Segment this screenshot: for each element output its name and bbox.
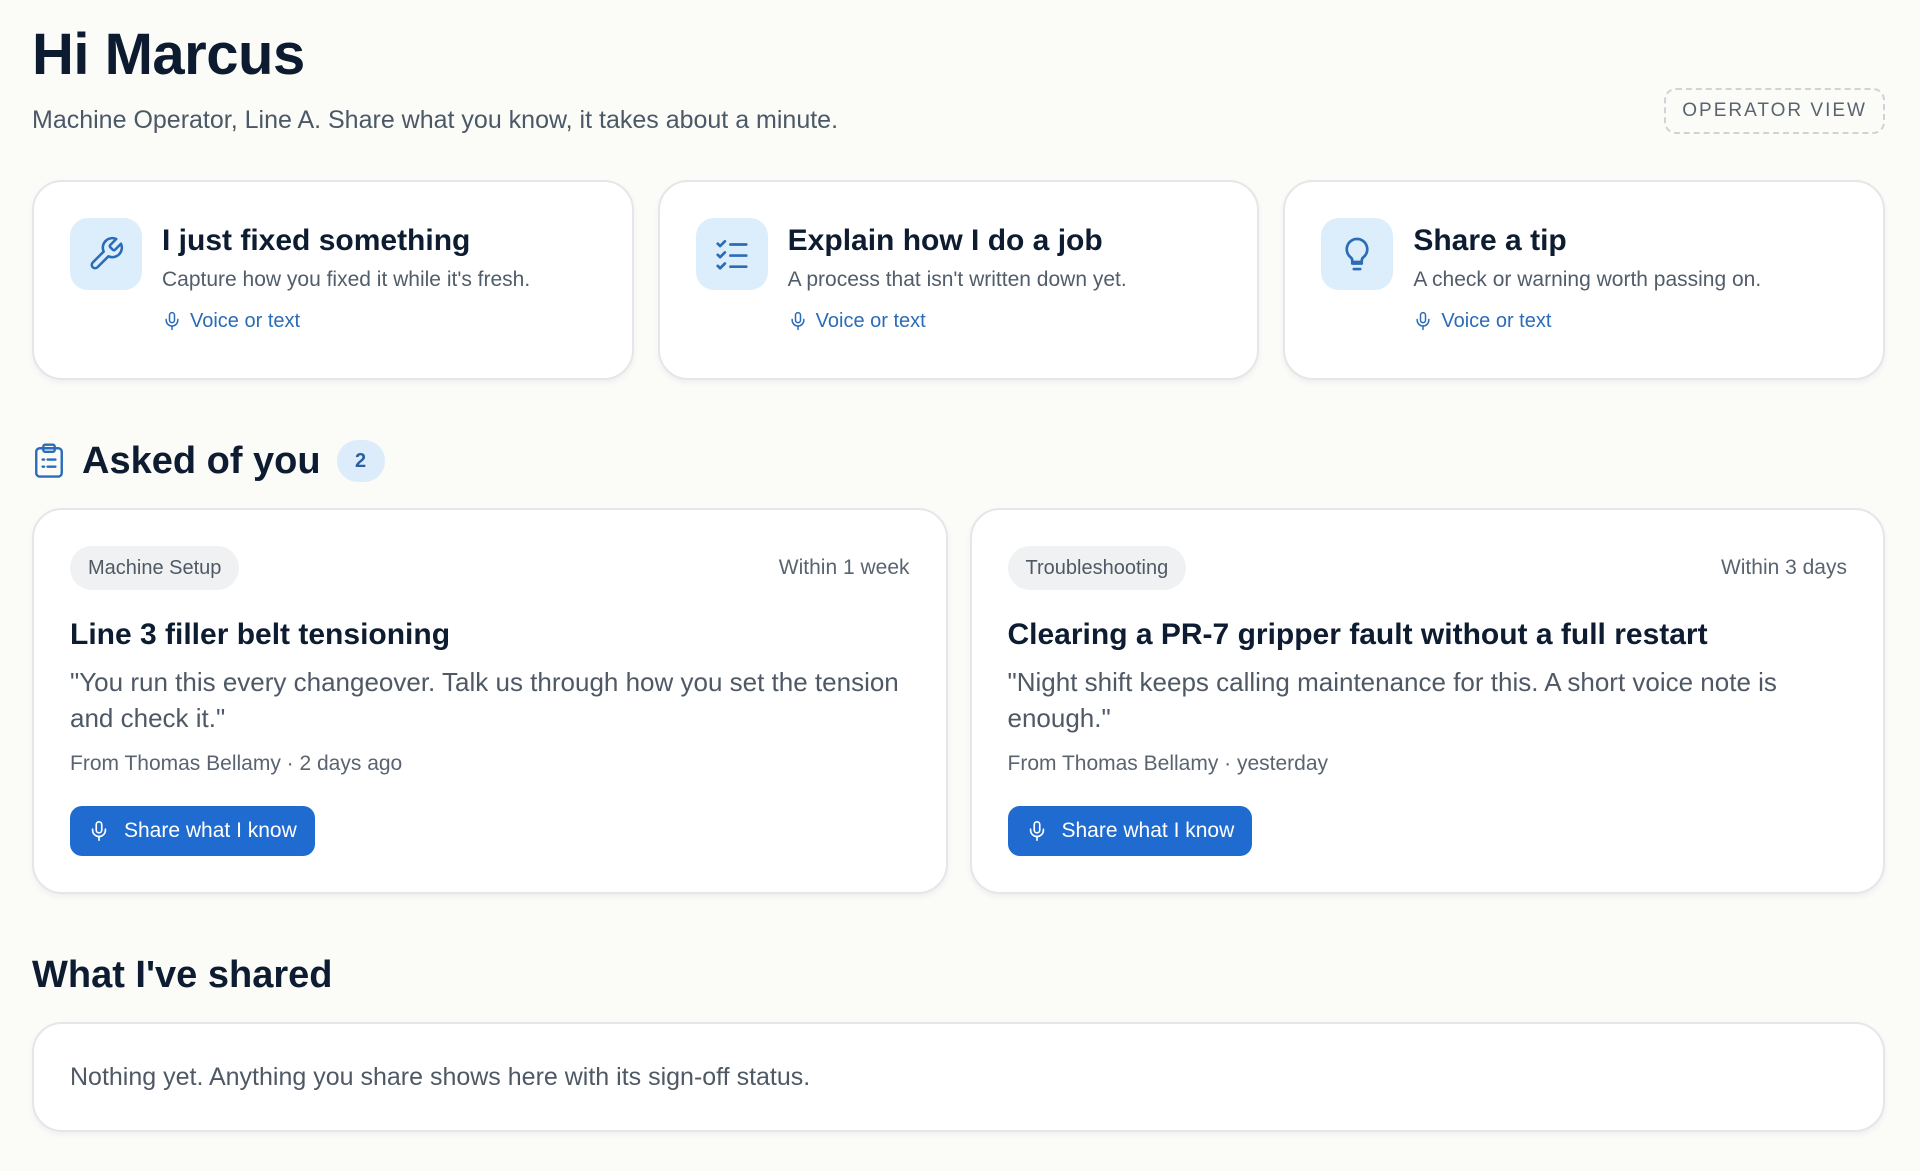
share-what-i-know-button[interactable]: Share what I know <box>70 806 315 856</box>
page-subtitle: Machine Operator, Line A. Share what you… <box>32 106 839 134</box>
share-button-label: Share what I know <box>124 819 297 842</box>
request-quote: "Night shift keeps calling maintenance f… <box>1007 667 1777 733</box>
shared-empty-message: Nothing yet. Anything you share shows he… <box>70 1062 811 1091</box>
action-card-explain-job[interactable]: Explain how I do a job A process that is… <box>657 180 1260 380</box>
request-from: From Thomas Bellamy · 2 days ago <box>70 752 403 775</box>
request-title: Line 3 filler belt tensioning <box>70 618 451 651</box>
checklist-icon <box>695 218 768 290</box>
request-quote: "You run this every changeover. Talk us … <box>70 667 899 733</box>
microphone-icon <box>1029 821 1044 841</box>
action-description: A check or warning worth passing on. <box>1413 268 1762 291</box>
action-card-fixed-something[interactable]: I just fixed something Capture how you f… <box>32 180 634 380</box>
action-mode-label: Voice or text <box>1441 310 1552 332</box>
shared-section-title: What I've shared <box>32 954 333 996</box>
microphone-icon <box>1416 311 1430 331</box>
asked-count-badge: 2 <box>336 440 385 482</box>
request-card: Troubleshooting Within 3 days Clearing a… <box>969 508 1885 894</box>
request-title: Clearing a PR-7 gripper fault without a … <box>1007 618 1708 651</box>
category-tag: Troubleshooting <box>1007 546 1187 590</box>
share-what-i-know-button[interactable]: Share what I know <box>1007 806 1253 856</box>
quick-actions: I just fixed something Capture how you f… <box>32 180 1886 380</box>
request-from: From Thomas Bellamy · yesterday <box>1007 752 1329 775</box>
voice-or-text-link[interactable]: Voice or text <box>162 308 530 334</box>
action-description: Capture how you fixed it while it's fres… <box>162 268 531 291</box>
request-meta: Machine Setup Within 1 week <box>70 546 910 590</box>
voice-or-text-link[interactable]: Voice or text <box>1413 308 1761 334</box>
category-tag: Machine Setup <box>70 546 240 590</box>
page-title: Hi Marcus <box>32 22 305 87</box>
action-mode-label: Voice or text <box>190 310 301 332</box>
action-card-share-tip[interactable]: Share a tip A check or warning worth pas… <box>1283 180 1886 380</box>
action-title: I just fixed something <box>162 224 471 257</box>
action-description: A process that isn't written down yet. <box>787 268 1127 291</box>
action-text: Share a tip A check or warning worth pas… <box>1413 218 1761 378</box>
action-text: I just fixed something Capture how you f… <box>162 218 530 378</box>
action-title: Explain how I do a job <box>787 224 1103 257</box>
action-title: Share a tip <box>1413 224 1567 257</box>
shared-list-empty: Nothing yet. Anything you share shows he… <box>32 1022 1885 1132</box>
microphone-icon <box>91 821 107 841</box>
request-card: Machine Setup Within 1 week Line 3 fille… <box>32 508 948 894</box>
lightbulb-icon <box>1321 218 1394 290</box>
operator-view-badge: OPERATOR VIEW <box>1664 88 1885 134</box>
microphone-icon <box>165 311 179 331</box>
share-button-label: Share what I know <box>1061 819 1235 842</box>
action-mode-label: Voice or text <box>815 310 926 332</box>
action-text: Explain how I do a job A process that is… <box>788 218 1127 378</box>
wrench-icon <box>70 218 142 290</box>
due-label: Within 1 week <box>778 556 910 579</box>
clipboard-icon <box>35 443 63 478</box>
microphone-icon <box>791 311 805 331</box>
asked-section-title: Asked of you <box>82 439 321 482</box>
request-meta: Troubleshooting Within 3 days <box>1007 546 1847 590</box>
due-label: Within 3 days <box>1720 556 1847 579</box>
operator-home: Hi Marcus Machine Operator, Line A. Shar… <box>0 0 1920 1171</box>
voice-or-text-link[interactable]: Voice or text <box>788 308 1127 334</box>
asked-section-header: Asked of you 2 <box>32 438 1888 484</box>
request-list: Machine Setup Within 1 week Line 3 fille… <box>32 508 1885 894</box>
